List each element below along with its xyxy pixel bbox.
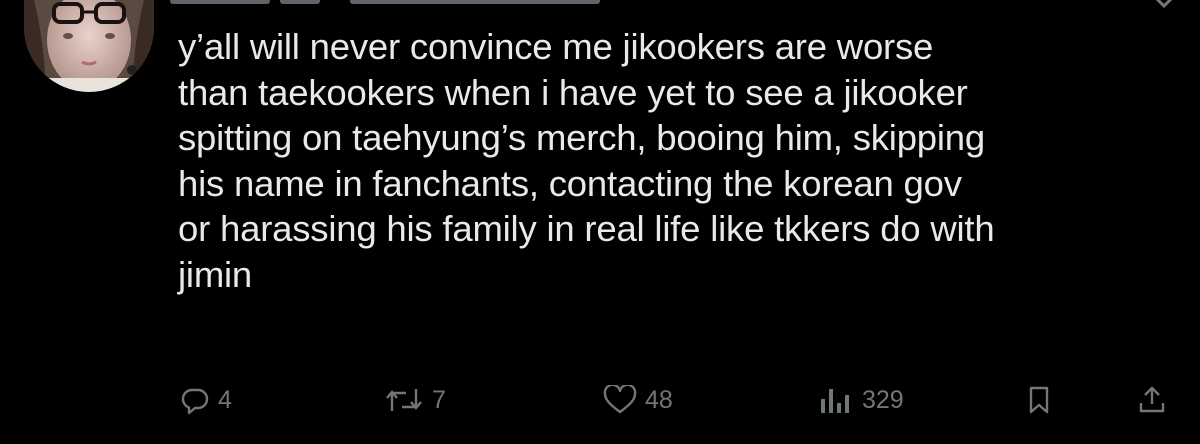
tweet-text: y’all will never convince me jikookers a… xyxy=(178,24,1188,297)
avatar[interactable] xyxy=(24,0,154,92)
tweet-text-line: jimin xyxy=(178,253,253,295)
reply-button[interactable]: 4 xyxy=(180,378,232,422)
reply-count: 4 xyxy=(218,385,232,414)
display-name-cutoff xyxy=(170,0,270,4)
like-count: 48 xyxy=(645,385,673,414)
badge-cutoff xyxy=(280,0,320,4)
tweet-text-line: or harassing his family in real life lik… xyxy=(178,208,995,249)
views-chart-icon xyxy=(818,385,854,415)
like-button[interactable]: 48 xyxy=(603,378,673,422)
views-button[interactable]: 329 xyxy=(818,378,904,422)
heart-icon xyxy=(603,385,637,415)
tweet-text-line: than taekookers when i have yet to see a… xyxy=(178,71,968,113)
tweet-text-line: y’all will never convince me jikookers a… xyxy=(178,26,934,67)
tweet-text-line: spitting on taehyung’s merch, booing him… xyxy=(178,117,986,158)
bookmark-icon xyxy=(1024,385,1054,415)
share-button[interactable] xyxy=(1137,378,1175,422)
tweet-header-cutoff xyxy=(170,0,1200,6)
retweet-icon xyxy=(384,385,424,415)
tweet-actions-bar: 4 7 48 329 xyxy=(0,378,1200,422)
tweet[interactable]: y’all will never convince me jikookers a… xyxy=(0,0,1200,444)
reply-icon xyxy=(180,385,210,415)
retweet-count: 7 xyxy=(432,385,446,414)
tweet-text-line: his name in fanchants, contacting the ko… xyxy=(178,162,962,204)
views-count: 329 xyxy=(862,385,904,414)
handle-cutoff xyxy=(350,0,600,4)
bookmark-button[interactable] xyxy=(1024,378,1062,422)
more-options-icon[interactable] xyxy=(1150,0,1178,10)
retweet-button[interactable]: 7 xyxy=(384,378,446,422)
share-icon xyxy=(1137,385,1167,415)
